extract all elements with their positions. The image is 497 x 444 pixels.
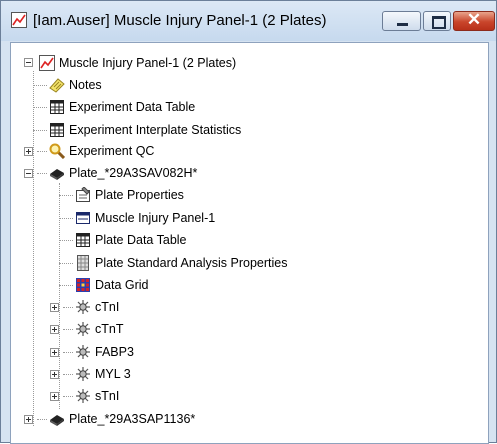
properties-icon: [76, 187, 90, 202]
tree-item-experiment-qc[interactable]: Experiment QC: [49, 141, 154, 161]
tree-item-notes[interactable]: Notes: [49, 75, 102, 95]
tree-item-label: Experiment Interplate Statistics: [69, 123, 242, 137]
collapse-root-toggle[interactable]: [24, 58, 33, 67]
expand-analyte-myl3-toggle[interactable]: [50, 370, 59, 379]
tree-item-analyte-stni[interactable]: sTnI: [75, 386, 119, 406]
notes-icon: [49, 78, 65, 93]
tree-item-label: MYL 3: [95, 367, 131, 381]
expand-analyte-stni-toggle[interactable]: [50, 392, 59, 401]
tree-item-experiment-interplate-statistics[interactable]: Experiment Interplate Statistics: [49, 120, 241, 140]
close-icon: ✕: [466, 10, 482, 29]
close-button[interactable]: ✕: [453, 10, 495, 31]
tree-connector: [33, 130, 47, 131]
tree-item-analyte-ctnt[interactable]: cTnT: [75, 319, 123, 339]
plate-icon: [50, 415, 64, 426]
magnifier-icon: [49, 143, 65, 159]
tree-item-plate-2[interactable]: Plate_*29A3SAP1136*: [49, 409, 195, 429]
maximize-button[interactable]: [423, 11, 451, 31]
analyte-icon: [76, 345, 90, 359]
tree-item-label: Notes: [69, 78, 102, 92]
analyte-icon: [76, 322, 90, 336]
panel-chart-icon: [11, 12, 27, 28]
tree-item-analyte-myl3[interactable]: MYL 3: [75, 364, 131, 384]
expand-analyte-fabp3-toggle[interactable]: [50, 348, 59, 357]
tree-item-label: FABP3: [95, 345, 134, 359]
tree-item-data-grid[interactable]: Data Grid: [75, 275, 149, 295]
tree-item-plate-standard-analysis-properties[interactable]: Plate Standard Analysis Properties: [75, 253, 287, 273]
minimize-button[interactable]: [382, 11, 421, 31]
tree-item-analyte-fabp3[interactable]: FABP3: [75, 342, 134, 362]
tree-item-experiment-data-table[interactable]: Experiment Data Table: [49, 97, 195, 117]
app-window: [Iam.Auser] Muscle Injury Panel-1 (2 Pla…: [0, 0, 497, 444]
tree-item-label: Muscle Injury Panel-1 (2 Plates): [59, 56, 237, 70]
table-icon: [50, 123, 64, 137]
tree-item-label: Plate Properties: [95, 188, 184, 202]
table-icon: [50, 100, 64, 114]
tree-item-muscle-injury-panel[interactable]: Muscle Injury Panel-1: [75, 208, 215, 228]
tree-item-label: sTnI: [95, 389, 120, 403]
tree-connector: [59, 195, 73, 196]
analyte-icon: [76, 367, 90, 381]
tree-connector: [59, 218, 73, 219]
analysis-grid-icon: [77, 255, 89, 271]
analyte-icon: [76, 300, 90, 314]
tree-connector: [63, 329, 73, 330]
collapse-plate1-toggle[interactable]: [24, 169, 33, 178]
panel-chart-icon: [39, 55, 55, 71]
tree-item-label: Experiment Data Table: [69, 100, 196, 114]
tree-connector: [59, 240, 73, 241]
tree-item-label: Plate Standard Analysis Properties: [95, 256, 288, 270]
tree-connector: [63, 307, 73, 308]
tree-connector: [59, 183, 60, 409]
expand-analyte-ctni-toggle[interactable]: [50, 303, 59, 312]
title-bar[interactable]: [Iam.Auser] Muscle Injury Panel-1 (2 Pla…: [1, 1, 496, 41]
expand-plate2-toggle[interactable]: [24, 415, 33, 424]
tree-item-label: cTnT: [95, 322, 124, 336]
tree-connector: [33, 85, 47, 86]
tree-item-plate-1[interactable]: Plate_*29A3SAV082H*: [49, 163, 197, 183]
window-title: [Iam.Auser] Muscle Injury Panel-1 (2 Pla…: [33, 12, 327, 29]
tree-item-root[interactable]: Muscle Injury Panel-1 (2 Plates): [39, 53, 236, 73]
tree-connector: [37, 419, 47, 420]
tree-item-label: Plate_*29A3SAP1136*: [69, 412, 196, 426]
tree-connector: [63, 374, 73, 375]
data-grid-icon: [76, 278, 90, 292]
tree-connector: [59, 285, 73, 286]
tree-connector: [33, 107, 47, 108]
tree-item-label: Plate_*29A3SAV082H*: [69, 166, 198, 180]
table-icon: [76, 233, 90, 247]
tree-item-analyte-ctni[interactable]: cTnI: [75, 297, 119, 317]
minimize-icon: [397, 23, 408, 26]
expand-experiment-qc-toggle[interactable]: [24, 147, 33, 156]
tree-connector: [63, 352, 73, 353]
analyte-icon: [76, 389, 90, 403]
experiment-tree[interactable]: Muscle Injury Panel-1 (2 Plates) Notes E…: [10, 42, 489, 444]
tree-item-plate-data-table[interactable]: Plate Data Table: [75, 230, 187, 250]
tree-item-label: Plate Data Table: [95, 233, 187, 247]
tree-item-label: Experiment QC: [69, 144, 155, 158]
tree-item-plate-properties[interactable]: Plate Properties: [75, 185, 184, 205]
tree-connector: [63, 396, 73, 397]
tree-connector: [59, 263, 73, 264]
tree-item-label: Data Grid: [95, 278, 149, 292]
expand-analyte-ctnt-toggle[interactable]: [50, 325, 59, 334]
tree-item-label: cTnI: [95, 300, 120, 314]
tree-connector: [37, 151, 47, 152]
panel-layout-icon: [76, 212, 90, 224]
tree-connector: [33, 71, 34, 426]
tree-connector: [37, 173, 47, 174]
maximize-icon: [432, 16, 446, 29]
tree-item-label: Muscle Injury Panel-1: [95, 211, 216, 225]
plate-icon: [50, 169, 64, 180]
